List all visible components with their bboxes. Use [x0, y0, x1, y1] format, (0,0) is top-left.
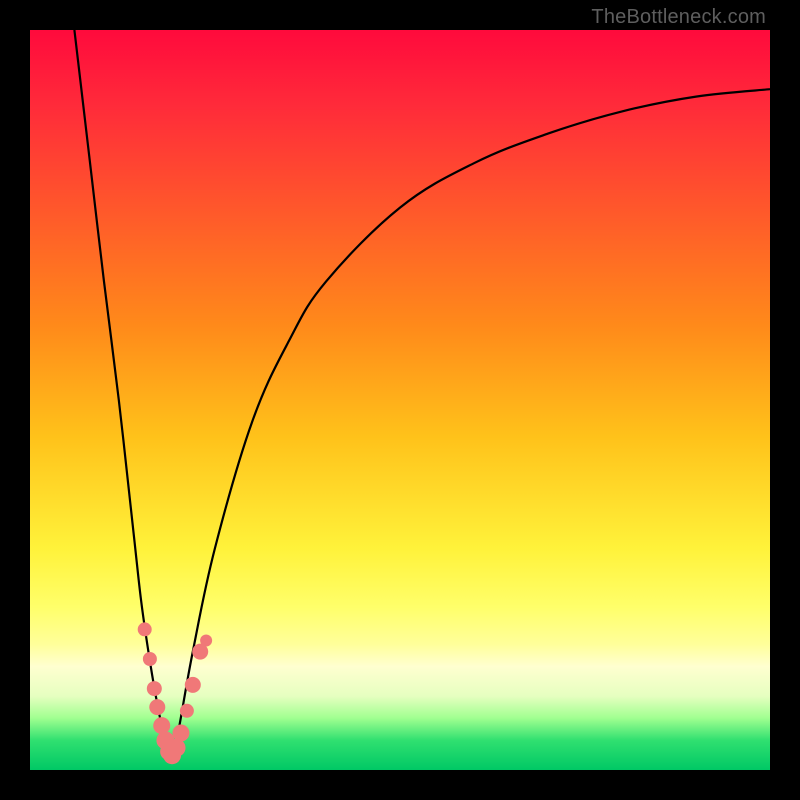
- chart-frame: TheBottleneck.com: [0, 0, 800, 800]
- attribution-text: TheBottleneck.com: [591, 6, 766, 29]
- chart-svg: [30, 30, 770, 770]
- data-dot: [149, 699, 165, 715]
- data-dots-group: [138, 622, 212, 764]
- data-dot: [180, 704, 194, 718]
- data-dot: [172, 725, 189, 742]
- data-dot: [153, 717, 170, 734]
- bottleneck-curve-left: [74, 30, 170, 763]
- data-dot: [185, 677, 201, 693]
- data-dot: [143, 652, 157, 666]
- data-dot: [138, 622, 152, 636]
- plot-area: [30, 30, 770, 770]
- bottleneck-curve-right: [171, 89, 770, 762]
- data-dot: [200, 635, 212, 647]
- data-dot: [147, 681, 162, 696]
- data-dot: [168, 739, 186, 757]
